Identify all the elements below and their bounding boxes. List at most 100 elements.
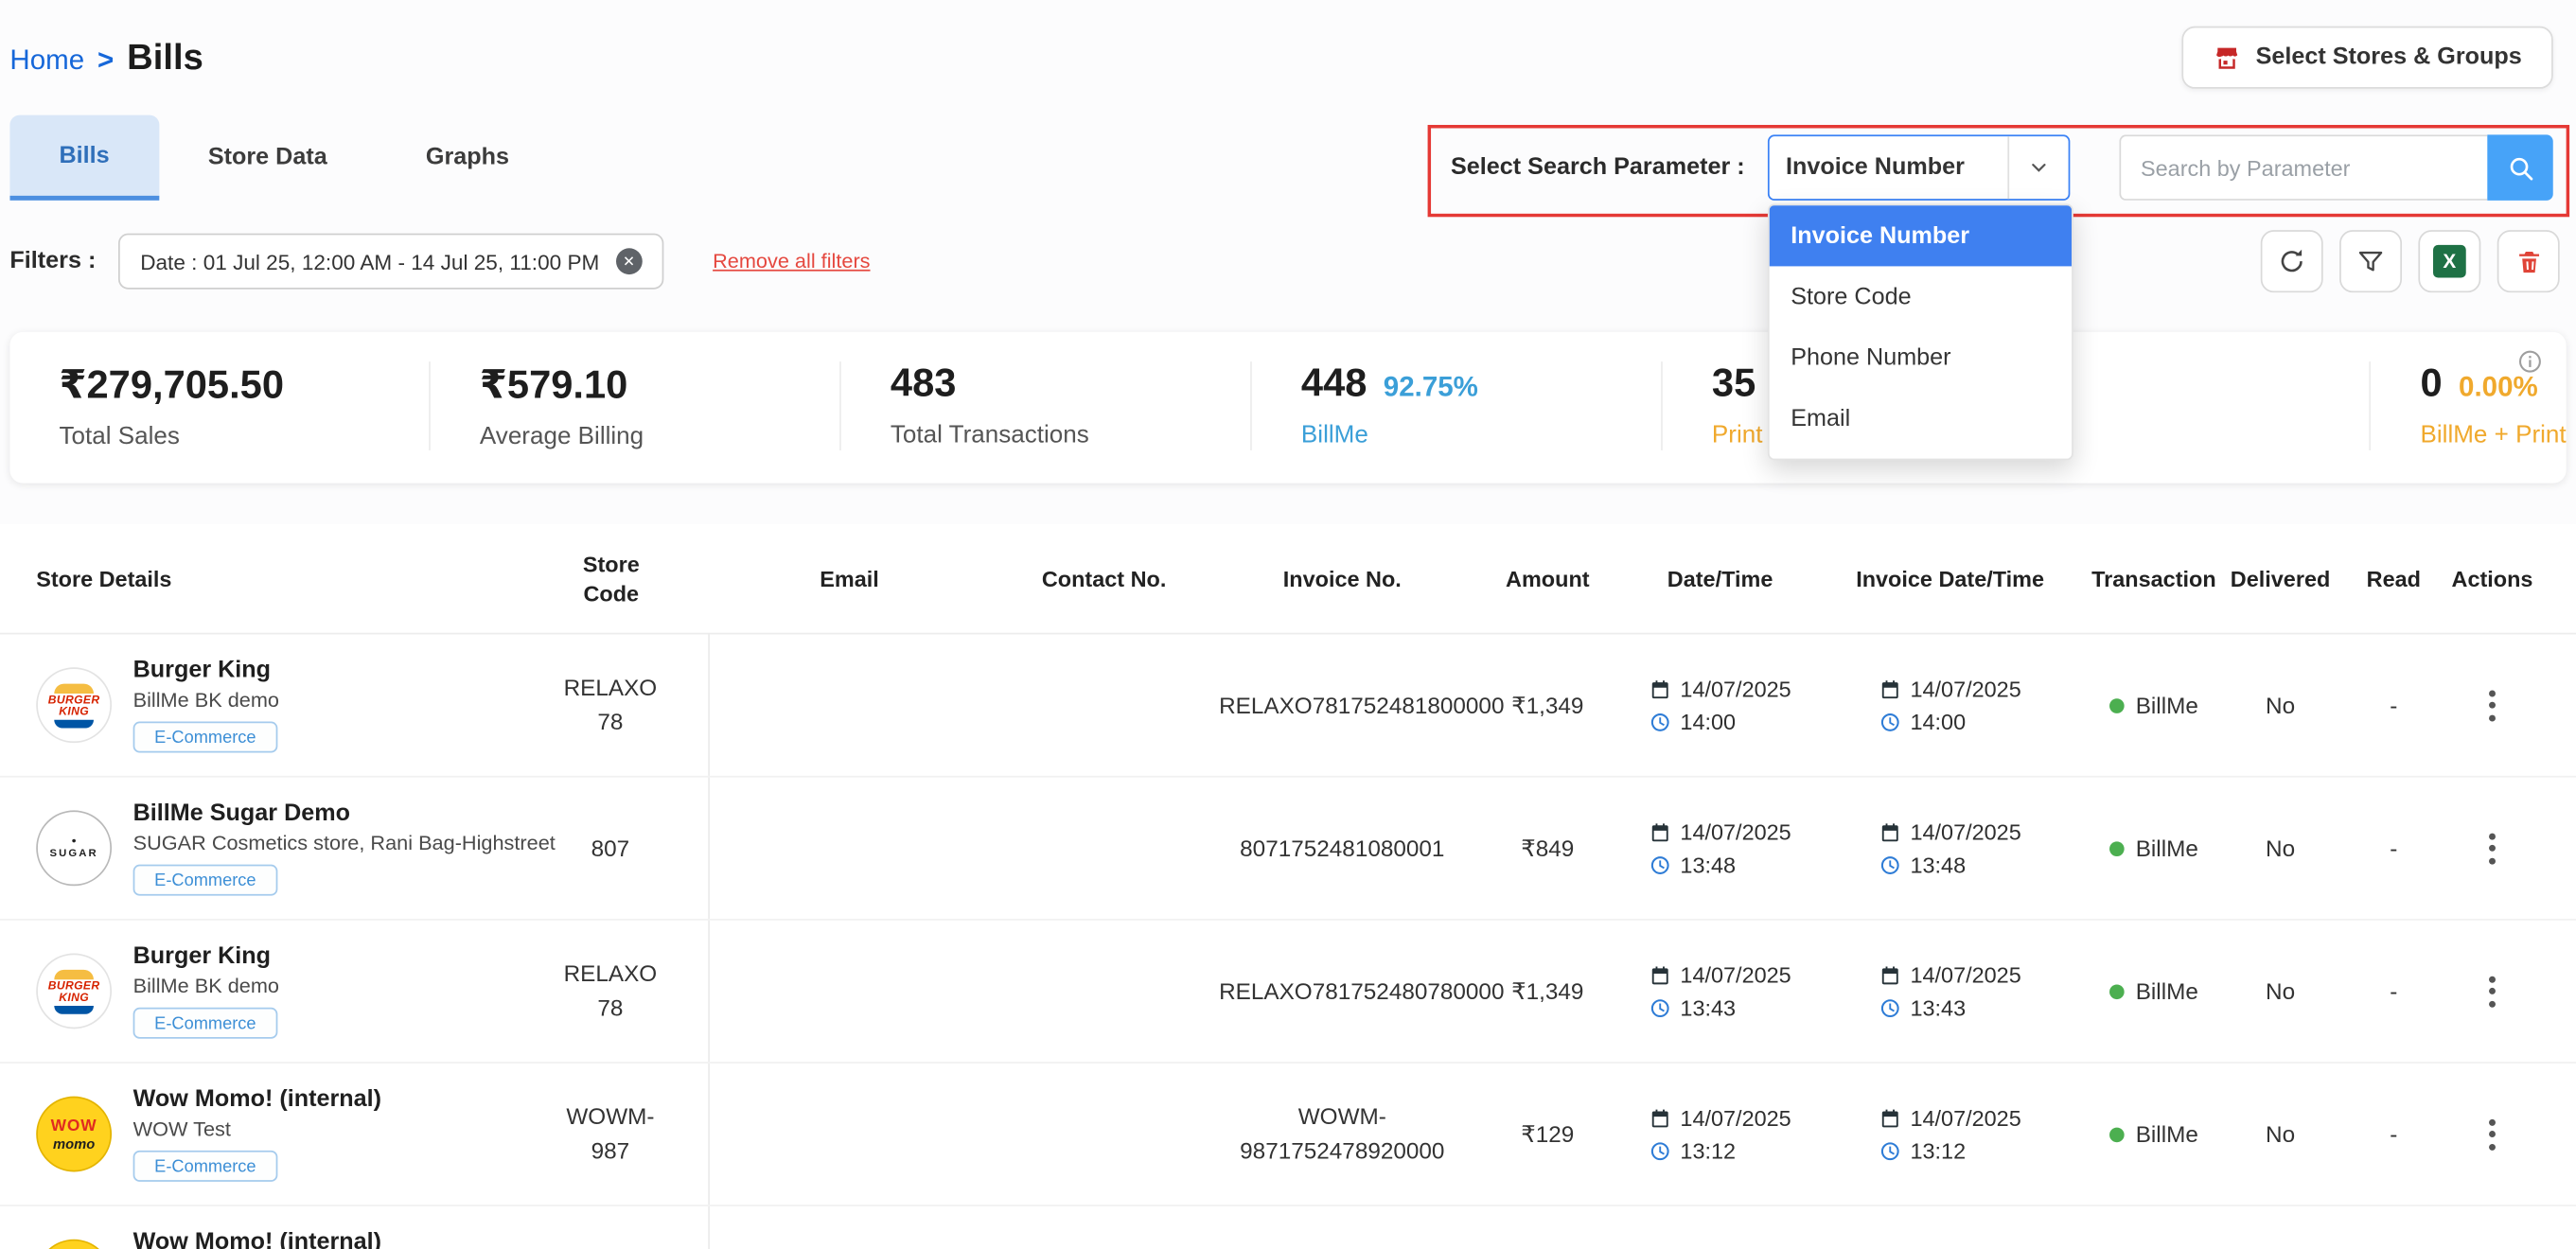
column-header-store-code: Store Code	[513, 551, 710, 610]
row-actions-menu[interactable]	[2479, 820, 2506, 876]
clock-icon	[1649, 997, 1670, 1019]
amount-cell: ₹849	[1466, 778, 1631, 919]
datetime-cell: 14/07/2025	[1630, 1207, 1810, 1249]
store-name: Burger King	[133, 944, 271, 971]
excel-export-button[interactable]: X	[2418, 230, 2480, 292]
store-name: Burger King	[133, 659, 271, 685]
chevron-down-icon[interactable]	[2007, 136, 2068, 199]
contact-cell	[989, 778, 1219, 919]
ecommerce-badge: E-Commerce	[133, 1152, 277, 1183]
breadcrumb-home-link[interactable]: Home	[9, 44, 84, 78]
datetime-cell: 14/07/2025 13:43	[1630, 921, 1810, 1062]
filter-button[interactable]	[2339, 230, 2402, 292]
bills-table: Store DetailsStore CodeEmailContact No.I…	[0, 524, 2576, 1249]
datetime-cell: 14/07/2025 13:48	[1630, 778, 1810, 919]
store-code-cell: WOWM-	[513, 1207, 710, 1249]
store-name: Wow Momo! (internal)	[133, 1230, 381, 1249]
invoice-number-cell: RELAXO781752480780000	[1219, 921, 1465, 1062]
table-row: WOWmomo Wow Momo! (internal) WOW Test E-…	[0, 1064, 2576, 1207]
delete-button[interactable]	[2497, 230, 2560, 292]
invoice-datetime-cell: 14/07/2025 13:48	[1810, 778, 2090, 919]
actions-cell	[2444, 921, 2540, 1062]
menu-item-phone-number[interactable]: Phone Number	[1770, 327, 2072, 388]
column-header-invoice-date-time: Invoice Date/Time	[1810, 566, 2090, 596]
calendar-icon	[1879, 965, 1900, 987]
store-subtitle: SUGAR Cosmetics store, Rani Bag-Highstre…	[133, 833, 556, 855]
calendar-icon	[1649, 821, 1670, 843]
status-dot	[2109, 698, 2125, 713]
filters-row: Filters : Date : 01 Jul 25, 12:00 AM - 1…	[0, 210, 2576, 308]
calendar-icon	[1649, 965, 1670, 987]
column-header-invoice-no: Invoice No.	[1219, 566, 1465, 596]
datetime-cell: 14/07/2025 13:12	[1630, 1064, 1810, 1205]
read-cell: -	[2343, 1207, 2445, 1249]
email-cell	[710, 778, 989, 919]
search-input[interactable]	[2119, 134, 2487, 200]
tab-store-data[interactable]: Store Data	[159, 115, 377, 201]
search-button[interactable]	[2487, 134, 2552, 200]
search-parameter-select[interactable]: Invoice Number Invoice NumberStore CodeP…	[1768, 134, 2070, 200]
remove-all-filters-link[interactable]: Remove all filters	[713, 250, 870, 273]
tabs: BillsStore DataGraphs	[9, 115, 558, 201]
clock-icon	[1649, 1140, 1670, 1162]
status-dot	[2109, 841, 2125, 856]
row-actions-menu[interactable]	[2479, 964, 2506, 1020]
email-cell	[710, 921, 989, 1062]
store-subtitle: WOW Test	[133, 1118, 231, 1141]
read-cell: -	[2343, 1064, 2445, 1205]
store-details-cell: SUGAR BillMe Sugar Demo SUGAR Cosmetics …	[36, 778, 512, 919]
stat-total-transactions: 483Total Transactions	[839, 361, 1250, 450]
ecommerce-badge: E-Commerce	[133, 1009, 277, 1040]
actions-cell	[2444, 635, 2540, 776]
amount-cell: ₹1,349	[1466, 921, 1631, 1062]
invoice-datetime-cell: 14/07/2025 13:43	[1810, 921, 2090, 1062]
search-parameter-label: Select Search Parameter :	[1451, 154, 1745, 181]
email-cell	[710, 635, 989, 776]
table-header: Store DetailsStore CodeEmailContact No.I…	[0, 524, 2576, 635]
delivered-cell: No	[2218, 1207, 2343, 1249]
calendar-icon	[1649, 1108, 1670, 1130]
store-details-cell: WOWmomo Wow Momo! (internal) WOW Test E-…	[36, 1207, 512, 1249]
table-row: BURGERKING Burger King BillMe BK demo E-…	[0, 921, 2576, 1064]
transaction-cell: BillMe	[2090, 1064, 2217, 1205]
select-stores-button[interactable]: Select Stores & Groups	[2181, 26, 2552, 89]
store-logo: WOWmomo	[36, 1240, 112, 1249]
column-header-actions: Actions	[2444, 566, 2540, 596]
table-toolbar: X	[2261, 230, 2560, 292]
tab-graphs[interactable]: Graphs	[377, 115, 558, 201]
delivered-cell: No	[2218, 635, 2343, 776]
remove-filter-icon[interactable]: ✕	[616, 248, 643, 274]
info-icon[interactable]	[2517, 348, 2544, 382]
column-header-amount: Amount	[1466, 566, 1631, 596]
store-logo: SUGAR	[36, 811, 112, 887]
table-row: SUGAR BillMe Sugar Demo SUGAR Cosmetics …	[0, 778, 2576, 921]
column-header-date-time: Date/Time	[1630, 566, 1810, 596]
search-parameter-menu: Invoice NumberStore CodePhone NumberEmai…	[1768, 203, 2073, 460]
row-actions-menu[interactable]	[2479, 677, 2506, 733]
search-parameter-value: Invoice Number	[1770, 154, 2008, 181]
filters-label: Filters :	[9, 248, 96, 274]
datetime-cell: 14/07/2025 14:00	[1630, 635, 1810, 776]
clock-icon	[1879, 854, 1900, 876]
column-header-contact-no: Contact No.	[989, 566, 1219, 596]
app-viewport: Home > Bills Select Stores & Groups Bill…	[0, 0, 2576, 1249]
transaction-type: BillMe	[2136, 1121, 2198, 1148]
contact-cell	[989, 1207, 1219, 1249]
delivered-cell: No	[2218, 921, 2343, 1062]
stat-average-billing: ₹579.10Average Billing	[429, 361, 839, 450]
read-cell: -	[2343, 778, 2445, 919]
contact-cell	[989, 635, 1219, 776]
actions-cell	[2444, 778, 2540, 919]
transaction-cell: BillMe	[2090, 778, 2217, 919]
read-cell: -	[2343, 635, 2445, 776]
refresh-button[interactable]	[2261, 230, 2323, 292]
menu-item-email[interactable]: Email	[1770, 388, 2072, 449]
tab-bills[interactable]: Bills	[9, 115, 158, 201]
invoice-datetime-cell: 14/07/2025 14:00	[1810, 635, 2090, 776]
menu-item-invoice-number[interactable]: Invoice Number	[1770, 205, 2072, 266]
row-actions-menu[interactable]	[2479, 1107, 2506, 1163]
menu-item-store-code[interactable]: Store Code	[1770, 266, 2072, 326]
store-details-cell: WOWmomo Wow Momo! (internal) WOW Test E-…	[36, 1064, 512, 1205]
page-title: Bills	[127, 36, 203, 79]
date-filter-chip[interactable]: Date : 01 Jul 25, 12:00 AM - 14 Jul 25, …	[119, 234, 663, 290]
